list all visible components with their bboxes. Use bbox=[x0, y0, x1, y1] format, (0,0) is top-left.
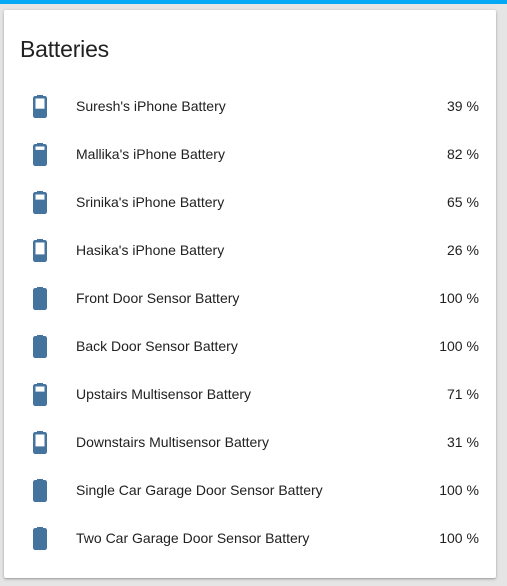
battery-level-value: 100 bbox=[439, 290, 463, 306]
battery-row[interactable]: Upstairs Multisensor Battery 71% bbox=[4, 370, 496, 418]
battery-level: 82% bbox=[447, 130, 479, 178]
battery-row[interactable]: Two Car Garage Door Sensor Battery 100% bbox=[4, 514, 496, 562]
battery-name: Single Car Garage Door Sensor Battery bbox=[76, 482, 323, 498]
battery-row[interactable]: Single Car Garage Door Sensor Battery 100… bbox=[4, 466, 496, 514]
battery-name: Srinika's iPhone Battery bbox=[76, 194, 225, 210]
battery-40-icon bbox=[33, 95, 47, 118]
battery-level: 100% bbox=[439, 466, 479, 514]
top-accent-bar bbox=[0, 0, 507, 4]
battery-level-value: 82 bbox=[446, 146, 463, 162]
battery-name: Suresh's iPhone Battery bbox=[76, 98, 226, 114]
battery-level-unit: % bbox=[466, 386, 479, 402]
battery-level-value: 65 bbox=[446, 194, 463, 210]
battery-level-value: 100 bbox=[439, 530, 463, 546]
battery-level-unit: % bbox=[466, 290, 479, 306]
battery-full-icon bbox=[33, 527, 47, 550]
battery-name: Mallika's iPhone Battery bbox=[76, 146, 225, 162]
battery-level-unit: % bbox=[466, 98, 479, 114]
battery-name: Hasika's iPhone Battery bbox=[76, 242, 225, 258]
battery-level-value: 71 bbox=[446, 386, 463, 402]
battery-level-unit: % bbox=[466, 146, 479, 162]
battery-level-value: 39 bbox=[446, 98, 463, 114]
battery-level-value: 100 bbox=[439, 482, 463, 498]
battery-20-icon bbox=[33, 239, 47, 262]
battery-level-value: 100 bbox=[439, 338, 463, 354]
battery-level: 71% bbox=[447, 370, 479, 418]
battery-level: 39% bbox=[447, 82, 479, 130]
battery-row[interactable]: Srinika's iPhone Battery 65% bbox=[4, 178, 496, 226]
battery-row[interactable]: Downstairs Multisensor Battery 31% bbox=[4, 418, 496, 466]
card-title: Batteries bbox=[20, 36, 109, 62]
battery-name: Front Door Sensor Battery bbox=[76, 290, 240, 306]
battery-level: 31% bbox=[447, 418, 479, 466]
battery-level-unit: % bbox=[466, 338, 479, 354]
batteries-card: Batteries Suresh's iPhone Battery 39% Mall… bbox=[4, 10, 496, 578]
battery-level-unit: % bbox=[466, 434, 479, 450]
battery-full-icon bbox=[33, 479, 47, 502]
battery-level-unit: % bbox=[466, 482, 479, 498]
battery-full-icon bbox=[33, 287, 47, 310]
battery-70-icon bbox=[33, 383, 47, 406]
battery-row[interactable]: Suresh's iPhone Battery 39% bbox=[4, 82, 496, 130]
battery-level-unit: % bbox=[466, 242, 479, 258]
battery-name: Back Door Sensor Battery bbox=[76, 338, 238, 354]
battery-name: Downstairs Multisensor Battery bbox=[76, 434, 269, 450]
battery-level: 65% bbox=[447, 178, 479, 226]
battery-name: Upstairs Multisensor Battery bbox=[76, 386, 252, 402]
battery-level-unit: % bbox=[466, 194, 479, 210]
battery-level: 100% bbox=[439, 322, 479, 370]
battery-level-unit: % bbox=[466, 530, 479, 546]
battery-60-icon bbox=[33, 191, 47, 214]
battery-30-icon bbox=[33, 431, 47, 454]
battery-level: 26% bbox=[447, 226, 479, 274]
battery-row[interactable]: Back Door Sensor Battery 100% bbox=[4, 322, 496, 370]
battery-level: 100% bbox=[439, 514, 479, 562]
battery-row[interactable]: Hasika's iPhone Battery 26% bbox=[4, 226, 496, 274]
battery-level-value: 31 bbox=[446, 434, 463, 450]
battery-full-icon bbox=[33, 335, 47, 358]
battery-name: Two Car Garage Door Sensor Battery bbox=[76, 530, 310, 546]
battery-level: 100% bbox=[439, 274, 479, 322]
battery-row[interactable]: Front Door Sensor Battery 100% bbox=[4, 274, 496, 322]
battery-80-icon bbox=[33, 143, 47, 166]
battery-level-value: 26 bbox=[446, 242, 463, 258]
battery-row[interactable]: Mallika's iPhone Battery 82% bbox=[4, 130, 496, 178]
